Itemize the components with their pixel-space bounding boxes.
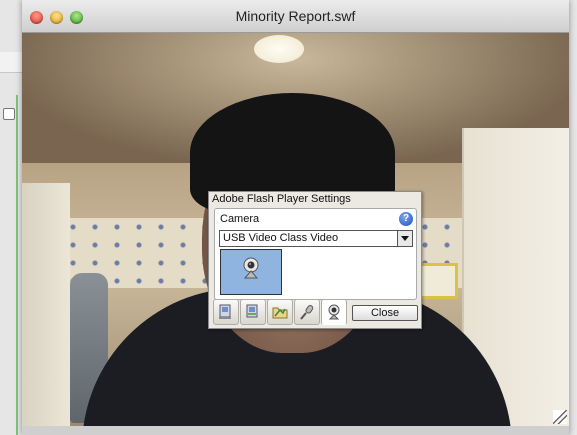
webcam-icon [328, 304, 340, 320]
privacy-icon [219, 304, 231, 319]
camera-select[interactable]: USB Video Class Video [219, 230, 413, 247]
camera-preview [220, 249, 282, 295]
help-icon[interactable]: ? [399, 212, 413, 226]
app-window: Minority Report.swf Adobe Flash Player S… [22, 0, 569, 435]
title-bar[interactable]: Minority Report.swf [22, 0, 569, 33]
flash-settings-panel: Adobe Flash Player Settings Camera ? USB… [208, 191, 422, 329]
tab-privacy[interactable] [213, 299, 239, 325]
local-storage-icon [246, 304, 258, 318]
settings-tabs [213, 299, 349, 325]
webcam-video-feed: Adobe Flash Player Settings Camera ? USB… [22, 33, 569, 426]
resize-handle[interactable] [553, 410, 567, 424]
desktop-background-left [0, 0, 22, 435]
close-button[interactable]: Close [352, 305, 418, 321]
tab-camera[interactable] [321, 299, 347, 325]
window-bottom-edge [22, 426, 569, 435]
section-label: Camera [220, 213, 260, 225]
divider [16, 95, 18, 435]
folder-icon [272, 307, 288, 319]
window-title: Minority Report.swf [235, 8, 356, 24]
window-icon [3, 108, 15, 120]
tab-folder[interactable] [267, 299, 293, 325]
chevron-down-icon[interactable] [397, 231, 412, 246]
tab-local-storage[interactable] [240, 299, 266, 325]
microphone-icon [300, 305, 314, 320]
desktop-background-right [569, 0, 577, 435]
tab-microphone[interactable] [294, 299, 320, 325]
camera-select-value: USB Video Class Video [223, 232, 339, 244]
panel-content: Camera ? USB Video Class Video [214, 208, 417, 300]
webcam-icon [243, 257, 259, 279]
panel-title: Adobe Flash Player Settings [212, 193, 351, 205]
background-toolbar [0, 52, 22, 120]
